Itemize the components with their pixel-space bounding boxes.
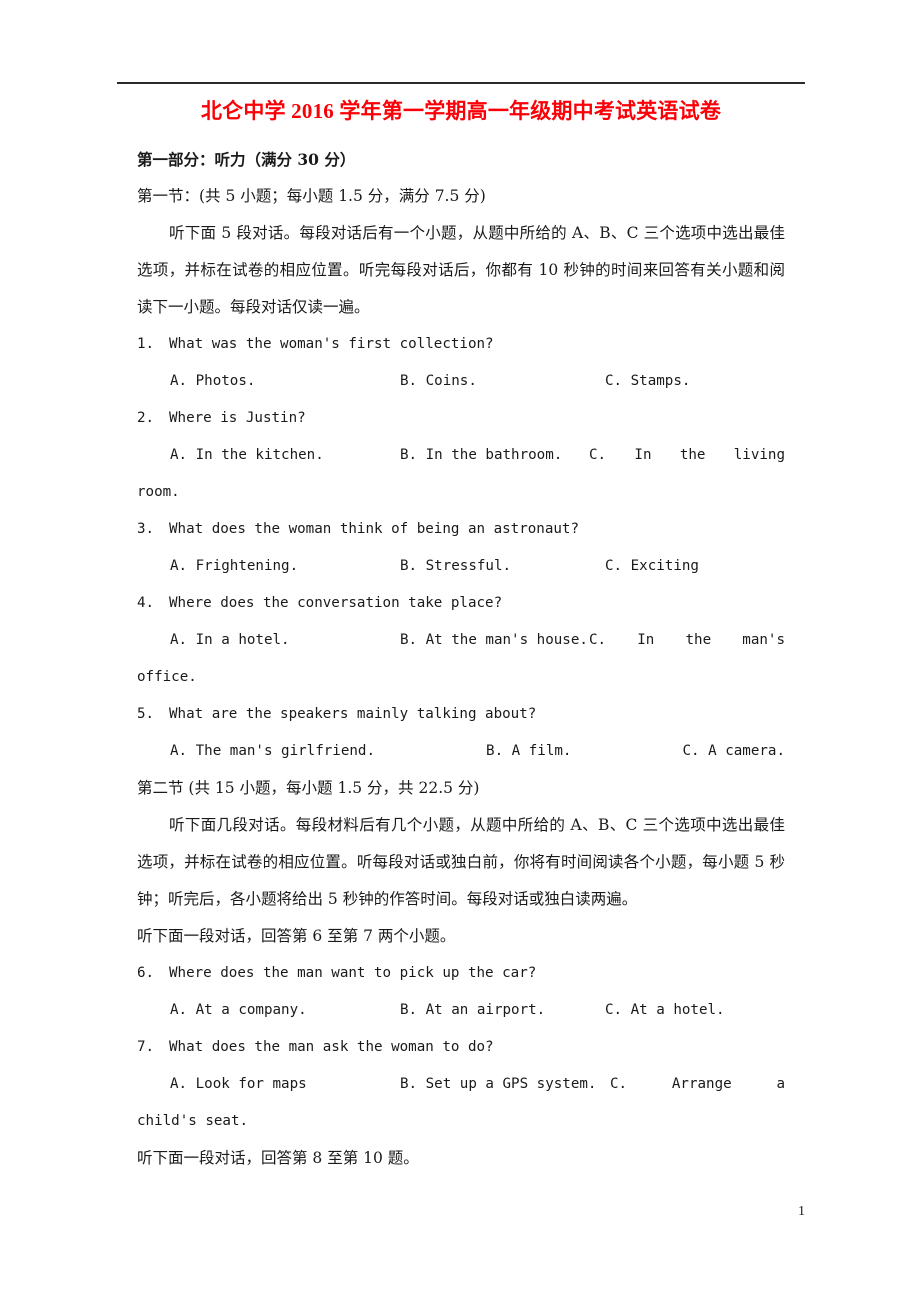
question-text: What does the man ask the woman to do? — [169, 1039, 494, 1056]
option-b[interactable]: B. A film. — [486, 733, 571, 770]
header-divider-rule — [117, 82, 805, 84]
page-number: 1 — [798, 1204, 805, 1219]
question-stem: 4. Where does the conversation take place… — [137, 585, 785, 622]
option-c-label: C. — [610, 1076, 628, 1093]
question-stem: 1. What was the woman's first collection? — [137, 326, 785, 363]
question-stem: 2. Where is Justin? — [137, 400, 785, 437]
option-b[interactable]: B. Coins. — [400, 363, 477, 400]
option-a[interactable]: A. In the kitchen. — [170, 437, 324, 474]
option-c[interactable]: C. Stamps. — [605, 363, 690, 400]
dialogue-note-6-7: 听下面一段对话，回答第 6 至第 7 两个小题。 — [137, 927, 456, 946]
option-c-word: In — [634, 447, 652, 464]
question-text: What was the woman's first collection? — [169, 336, 494, 353]
question-stem: 7. What does the man ask the woman to do? — [137, 1029, 785, 1066]
question-stem: 3. What does the woman think of being an … — [137, 511, 785, 548]
option-c-label: C. — [589, 632, 607, 649]
option-c-word: the — [679, 447, 706, 464]
option-c-label: C. — [589, 447, 607, 464]
question-options: A. The man's girlfriend. B. A film. C. A… — [170, 733, 785, 770]
option-a[interactable]: A. Photos. — [170, 363, 255, 400]
dialogue-note-8-10: 听下面一段对话，回答第 8 至第 10 题。 — [137, 1149, 419, 1168]
question-block: 7. What does the man ask the woman to do?… — [137, 1029, 785, 1140]
question-text: What are the speakers mainly talking abo… — [169, 706, 537, 723]
option-c-word: the — [685, 632, 712, 649]
option-c[interactable]: C. Arrange a — [610, 1066, 785, 1103]
question-number: 2. — [137, 410, 155, 427]
question-text: Where does the conversation take place? — [169, 595, 503, 612]
question-number: 3. — [137, 521, 155, 538]
document-content: 北仑中学 2016 学年第一学期高一年级期中考试英语试卷 第一部分：听力（满分 … — [137, 98, 785, 1177]
question-options: A. Look for maps B. Set up a GPS system.… — [137, 1066, 785, 1103]
question-number: 5. — [137, 706, 155, 723]
option-c[interactable]: C. A camera. — [682, 733, 785, 770]
question-number: 4. — [137, 595, 155, 612]
page-title: 北仑中学 2016 学年第一学期高一年级期中考试英语试卷 — [200, 99, 722, 123]
part-one-heading: 第一部分：听力（满分 30 分） — [137, 150, 356, 170]
option-c-word: a — [776, 1076, 785, 1093]
option-c-continuation: child's seat. — [137, 1113, 249, 1130]
option-b[interactable]: B. Set up a GPS system. — [400, 1066, 596, 1103]
question-block: 6. Where does the man want to pick up the… — [137, 955, 785, 1029]
question-text: Where does the man want to pick up the c… — [169, 965, 537, 982]
option-c[interactable]: C. At a hotel. — [605, 992, 725, 1029]
option-a[interactable]: A. Frightening. — [170, 548, 298, 585]
option-b[interactable]: B. At the man's house. — [400, 622, 588, 659]
option-a[interactable]: A. Look for maps — [170, 1066, 307, 1103]
section-one-instructions: 听下面 5 段对话。每段对话后有一个小题，从题中所给的 A、B、C 三个选项中选… — [137, 224, 785, 317]
question-block: 1. What was the woman's first collection?… — [137, 326, 785, 400]
question-number: 1. — [137, 336, 155, 353]
option-a[interactable]: A. The man's girlfriend. — [170, 733, 375, 770]
question-number: 6. — [137, 965, 155, 982]
question-stem: 6. Where does the man want to pick up the… — [137, 955, 785, 992]
option-c[interactable]: C. In the man's — [589, 622, 785, 659]
option-c-word: man's — [742, 632, 785, 649]
question-block: 5. What are the speakers mainly talking a… — [137, 696, 785, 770]
section-two-instructions: 听下面几段对话。每段材料后有几个小题，从题中所给的 A、B、C 三个选项中选出最… — [137, 816, 785, 909]
question-stem: 5. What are the speakers mainly talking a… — [137, 696, 785, 733]
option-a[interactable]: A. In a hotel. — [170, 622, 290, 659]
question-block: 2. Where is Justin? A. In the kitchen. B.… — [137, 400, 785, 511]
option-b[interactable]: B. In the bathroom. — [400, 437, 562, 474]
question-options: A. Frightening. B. Stressful. C. Excitin… — [137, 548, 785, 585]
option-c-word: living — [733, 447, 785, 464]
option-b[interactable]: B. At an airport. — [400, 992, 545, 1029]
option-c-word: In — [637, 632, 655, 649]
option-c[interactable]: C. Exciting — [605, 548, 699, 585]
question-options: A. In the kitchen. B. In the bathroom. C… — [137, 437, 785, 474]
option-c[interactable]: C. In the living — [589, 437, 785, 474]
question-text: What does the woman think of being an as… — [169, 521, 579, 538]
option-a[interactable]: A. At a company. — [170, 992, 307, 1029]
exam-paper-page: 北仑中学 2016 学年第一学期高一年级期中考试英语试卷 第一部分：听力（满分 … — [0, 0, 920, 1302]
option-b[interactable]: B. Stressful. — [400, 548, 511, 585]
question-text: Where is Justin? — [169, 410, 306, 427]
option-c-continuation: room. — [137, 484, 180, 501]
section-one-heading: 第一节：(共 5 小题；每小题 1.5 分，满分 7.5 分) — [137, 187, 486, 206]
question-options: A. In a hotel. B. At the man's house. C.… — [137, 622, 785, 659]
question-options: A. Photos. B. Coins. C. Stamps. — [137, 363, 785, 400]
section-two-heading: 第二节 (共 15 小题，每小题 1.5 分，共 22.5 分) — [137, 779, 480, 798]
option-c-word: Arrange — [671, 1076, 732, 1093]
question-block: 4. Where does the conversation take place… — [137, 585, 785, 696]
question-options: A. At a company. B. At an airport. C. At… — [137, 992, 785, 1029]
question-number: 7. — [137, 1039, 155, 1056]
question-block: 3. What does the woman think of being an … — [137, 511, 785, 585]
option-c-continuation: office. — [137, 669, 197, 686]
